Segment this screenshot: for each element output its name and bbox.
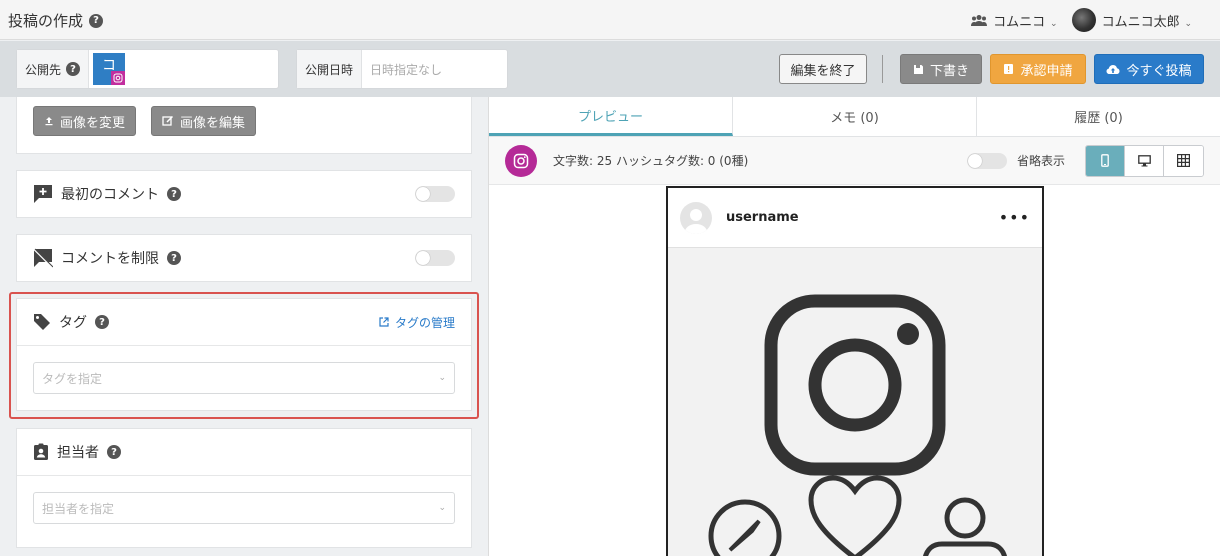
restrict-comments-toggle[interactable] (415, 250, 455, 266)
divider (882, 55, 883, 83)
preview-header: 文字数: 25 ハッシュタグ数: 0 (0種) 省略表示 (489, 137, 1220, 185)
add-comment-icon (34, 185, 52, 203)
save-icon (913, 64, 923, 74)
image-card: 画像を変更 画像を編集 (16, 97, 472, 154)
publish-to-field[interactable]: 公開先 ? コ (16, 49, 279, 89)
phone-preview: username ••• (666, 186, 1044, 556)
grid-icon (1177, 154, 1190, 167)
avatar (1071, 8, 1096, 32)
preview-image (668, 248, 1042, 556)
desktop-view-button[interactable] (1125, 145, 1164, 176)
comment-off-icon (33, 248, 53, 268)
user-area: コムニコ ⌄ コムニコ太郎 ⌄ (971, 8, 1192, 32)
account-chip[interactable]: コ (93, 53, 126, 85)
tab-memo[interactable]: メモ (0) (733, 97, 977, 136)
chevron-down-icon: ⌄ (438, 503, 446, 513)
page-title: 投稿の作成 ? (8, 10, 104, 31)
group-selector[interactable]: コムニコ ⌄ (993, 11, 1057, 30)
top-bar: 投稿の作成 ? コムニコ ⌄ コムニコ太郎 ⌄ (0, 0, 1220, 40)
mobile-icon (1101, 154, 1109, 167)
edit-icon (162, 115, 174, 126)
user-menu[interactable]: コムニコ太郎 ⌄ (1102, 11, 1192, 30)
preview-username: username (726, 210, 799, 225)
desktop-icon (1137, 154, 1151, 166)
approval-request-button[interactable]: 承認申請 (990, 54, 1086, 84)
first-comment-toggle[interactable] (415, 186, 455, 202)
change-image-button[interactable]: 画像を変更 (33, 106, 137, 136)
profile-icon (944, 497, 986, 539)
omit-display-toggle[interactable] (966, 152, 1007, 169)
approval-icon (1004, 64, 1014, 74)
end-edit-button[interactable]: 編集を終了 (779, 54, 867, 84)
help-icon[interactable]: ? (167, 187, 181, 201)
post-toolbar: 公開先 ? コ 公開日時 日時指定なし 編集を終了 下書き 承認申請 今すぐ投稿 (0, 41, 1220, 97)
assignee-select[interactable]: 担当者を指定 ⌄ (33, 492, 455, 524)
post-settings-panel: 画像を変更 画像を編集 最初のコメント ? コメントを制限 ? タグ ? タグの… (0, 97, 488, 556)
heart-icon (808, 475, 902, 556)
instagram-icon (111, 71, 126, 85)
tags-highlight-outline (9, 292, 479, 419)
help-icon[interactable]: ? (66, 62, 81, 76)
cloud-upload-icon (1106, 64, 1120, 74)
tab-history[interactable]: 履歴 (0) (977, 97, 1220, 136)
chevron-down-icon: ⌄ (1047, 18, 1058, 29)
first-comment-card: 最初のコメント ? (16, 170, 472, 218)
device-switcher (1085, 144, 1204, 177)
group-icon (971, 15, 988, 26)
edit-image-button[interactable]: 画像を編集 (151, 106, 257, 136)
upload-icon (45, 117, 53, 126)
draft-button[interactable]: 下書き (900, 54, 982, 84)
more-options-icon[interactable]: ••• (999, 208, 1030, 227)
preview-panel: プレビュー メモ (0) 履歴 (0) 文字数: 25 ハッシュタグ数: 0 (… (488, 97, 1220, 556)
publish-datetime-field[interactable]: 公開日時 日時指定なし (296, 49, 508, 89)
help-icon[interactable]: ? (89, 13, 104, 28)
assignee-card: 担当者 ? 担当者を指定 ⌄ (16, 428, 472, 548)
instagram-logo-icon (708, 294, 1008, 556)
grid-view-button[interactable] (1164, 145, 1203, 176)
post-now-button[interactable]: 今すぐ投稿 (1094, 54, 1204, 84)
tab-preview[interactable]: プレビュー (489, 97, 733, 136)
instagram-icon (505, 144, 537, 177)
assignee-icon (34, 443, 48, 460)
publish-datetime-input[interactable]: 日時指定なし (362, 50, 450, 88)
help-icon[interactable]: ? (107, 445, 121, 459)
text-stats: 文字数: 25 ハッシュタグ数: 0 (0種) (553, 154, 749, 168)
chevron-down-icon: ⌄ (1181, 18, 1192, 29)
preview-tabs: プレビュー メモ (0) 履歴 (0) (489, 97, 1220, 137)
explore-icon (708, 499, 782, 556)
restrict-comments-card: コメントを制限 ? (16, 234, 472, 282)
mobile-view-button[interactable] (1086, 145, 1125, 176)
help-icon[interactable]: ? (167, 251, 181, 265)
profile-avatar-icon (680, 201, 712, 234)
